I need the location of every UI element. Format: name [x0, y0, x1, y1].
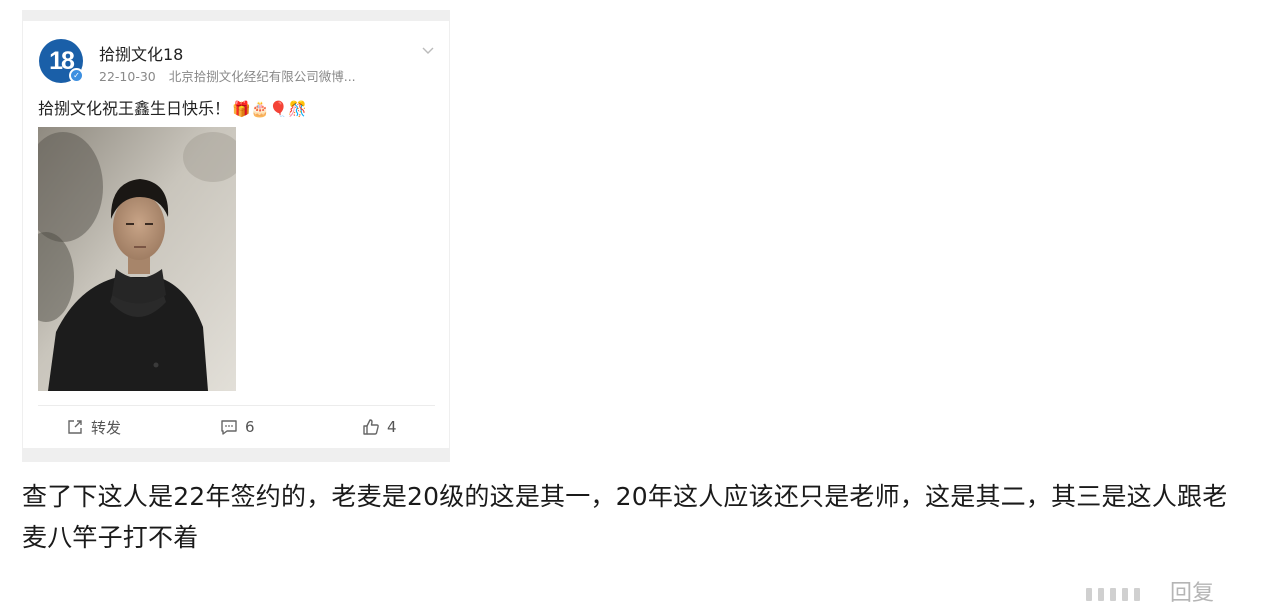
action-divider — [38, 405, 435, 406]
chevron-down-icon[interactable] — [421, 43, 435, 57]
like-button[interactable]: 4 — [362, 416, 397, 438]
post-body: 拾捌文化祝王鑫生日快乐！ — [38, 99, 231, 118]
weibo-post-card: 18 ✓ 拾捌文化18 22-10-30 北京拾捌文化经纪有限公司微博... 拾… — [23, 21, 449, 448]
like-count: 4 — [387, 418, 397, 436]
comment-icon — [221, 420, 237, 435]
post-emojis: 🎁🎂🎈🎊 — [232, 100, 307, 118]
post-date: 22-10-30 — [99, 69, 156, 84]
signal-icon — [1086, 587, 1152, 601]
comment-button[interactable]: 6 — [220, 416, 255, 438]
portrait-photo — [38, 127, 236, 391]
thumbs-up-icon — [363, 419, 379, 435]
weibo-post-screenshot: 18 ✓ 拾捌文化18 22-10-30 北京拾捌文化经纪有限公司微博... 拾… — [22, 10, 450, 462]
comment-count: 6 — [245, 418, 255, 436]
post-photo[interactable] — [38, 127, 236, 391]
post-meta: 22-10-30 北京拾捌文化经纪有限公司微博... — [99, 66, 356, 85]
post-footer: 回复 — [1086, 583, 1214, 605]
commentary-text: 查了下这人是22年签约的，老麦是20级的这是其一，20年这人应该还只是老师，这是… — [22, 482, 1228, 552]
share-icon — [68, 420, 82, 434]
repost-label: 转发 — [91, 418, 122, 437]
user-name[interactable]: 拾捌文化18 — [99, 41, 183, 65]
reply-button[interactable]: 回复 — [1170, 583, 1214, 605]
verified-badge-icon: ✓ — [69, 68, 84, 83]
post-text: 拾捌文化祝王鑫生日快乐！ 🎁🎂🎈🎊 — [38, 95, 307, 119]
post-source: 北京拾捌文化经纪有限公司微博... — [168, 69, 356, 84]
repost-button[interactable]: 转发 — [66, 416, 121, 438]
